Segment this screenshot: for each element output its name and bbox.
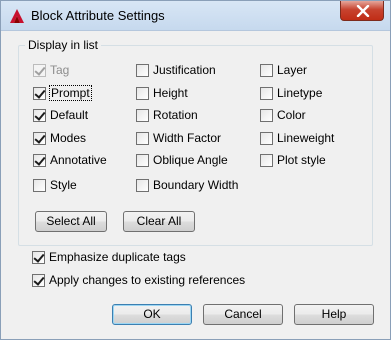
display-in-list-group: Display in list Tag Prompt Default Modes… bbox=[18, 38, 373, 246]
width-factor-checkbox-box[interactable] bbox=[136, 131, 149, 145]
clear-all-button[interactable]: Clear All bbox=[123, 211, 195, 232]
height-checkbox-box[interactable] bbox=[136, 86, 149, 100]
oblique-angle-label: Oblique Angle bbox=[153, 153, 228, 167]
checkbox-color[interactable]: Color bbox=[260, 107, 306, 123]
annotative-checkbox-box[interactable] bbox=[33, 153, 46, 167]
justification-checkbox-box[interactable] bbox=[136, 63, 149, 77]
ok-button[interactable]: OK bbox=[112, 304, 192, 325]
group-legend: Display in list bbox=[25, 38, 102, 52]
prompt-checkbox-box[interactable] bbox=[33, 86, 46, 100]
linetype-checkbox-box[interactable] bbox=[260, 86, 273, 100]
dialog-title: Block Attribute Settings bbox=[31, 8, 165, 23]
boundary-width-label: Boundary Width bbox=[153, 178, 239, 192]
justification-label: Justification bbox=[153, 63, 216, 77]
close-button[interactable] bbox=[340, 1, 384, 21]
dialog-window: Block Attribute Settings Display in list… bbox=[0, 0, 391, 340]
checkbox-apply-changes[interactable]: Apply changes to existing references bbox=[32, 272, 245, 288]
checkbox-boundary-width[interactable]: Boundary Width bbox=[136, 177, 238, 193]
layer-label: Layer bbox=[277, 63, 308, 77]
checkbox-default[interactable]: Default bbox=[33, 107, 88, 123]
checkbox-height[interactable]: Height bbox=[136, 85, 188, 101]
modes-checkbox-box[interactable] bbox=[33, 131, 46, 145]
boundary-width-checkbox-box[interactable] bbox=[136, 178, 149, 192]
checkbox-modes[interactable]: Modes bbox=[33, 130, 86, 146]
checkbox-lineweight[interactable]: Lineweight bbox=[260, 130, 334, 146]
plot-style-checkbox-box[interactable] bbox=[260, 153, 273, 167]
oblique-angle-checkbox-box[interactable] bbox=[136, 153, 149, 167]
checkbox-prompt[interactable]: Prompt bbox=[33, 85, 92, 101]
style-checkbox-box[interactable] bbox=[33, 178, 46, 192]
dialog-client-area: Display in list Tag Prompt Default Modes… bbox=[8, 32, 383, 334]
annotative-label: Annotative bbox=[50, 153, 107, 167]
emphasize-checkbox-box[interactable] bbox=[32, 250, 45, 264]
default-checkbox-box[interactable] bbox=[33, 108, 46, 122]
modes-label: Modes bbox=[50, 131, 87, 145]
help-button[interactable]: Help bbox=[294, 304, 374, 325]
rotation-label: Rotation bbox=[153, 108, 198, 122]
title-bar[interactable]: Block Attribute Settings bbox=[1, 1, 390, 31]
checkbox-emphasize-duplicate-tags[interactable]: Emphasize duplicate tags bbox=[32, 249, 186, 265]
checkbox-style[interactable]: Style bbox=[33, 177, 77, 193]
layer-checkbox-box[interactable] bbox=[260, 63, 273, 77]
apply-label: Apply changes to existing references bbox=[49, 273, 246, 287]
linetype-label: Linetype bbox=[277, 86, 323, 100]
lineweight-checkbox-box[interactable] bbox=[260, 131, 273, 145]
color-label: Color bbox=[277, 108, 306, 122]
apply-checkbox-box[interactable] bbox=[32, 273, 45, 287]
plot-style-label: Plot style bbox=[277, 153, 326, 167]
default-label: Default bbox=[50, 108, 89, 122]
emphasize-label: Emphasize duplicate tags bbox=[49, 250, 186, 264]
checkbox-justification[interactable]: Justification bbox=[136, 62, 216, 78]
checkbox-linetype[interactable]: Linetype bbox=[260, 85, 322, 101]
style-label: Style bbox=[50, 178, 77, 192]
tag-checkbox-box[interactable] bbox=[33, 63, 46, 77]
height-label: Height bbox=[153, 86, 188, 100]
lineweight-label: Lineweight bbox=[277, 131, 335, 145]
checkbox-annotative[interactable]: Annotative bbox=[33, 152, 107, 168]
checkbox-oblique-angle[interactable]: Oblique Angle bbox=[136, 152, 228, 168]
checkbox-plot-style[interactable]: Plot style bbox=[260, 152, 326, 168]
prompt-label: Prompt bbox=[49, 85, 92, 101]
rotation-checkbox-box[interactable] bbox=[136, 108, 149, 122]
checkbox-rotation[interactable]: Rotation bbox=[136, 107, 198, 123]
checkbox-tag[interactable]: Tag bbox=[33, 62, 69, 78]
close-icon bbox=[356, 5, 370, 17]
width-factor-label: Width Factor bbox=[153, 131, 222, 145]
autocad-logo-icon bbox=[10, 9, 24, 23]
tag-label: Tag bbox=[50, 63, 70, 77]
color-checkbox-box[interactable] bbox=[260, 108, 273, 122]
checkbox-width-factor[interactable]: Width Factor bbox=[136, 130, 221, 146]
select-all-button[interactable]: Select All bbox=[35, 211, 107, 232]
checkbox-layer[interactable]: Layer bbox=[260, 62, 307, 78]
cancel-button[interactable]: Cancel bbox=[203, 304, 283, 325]
